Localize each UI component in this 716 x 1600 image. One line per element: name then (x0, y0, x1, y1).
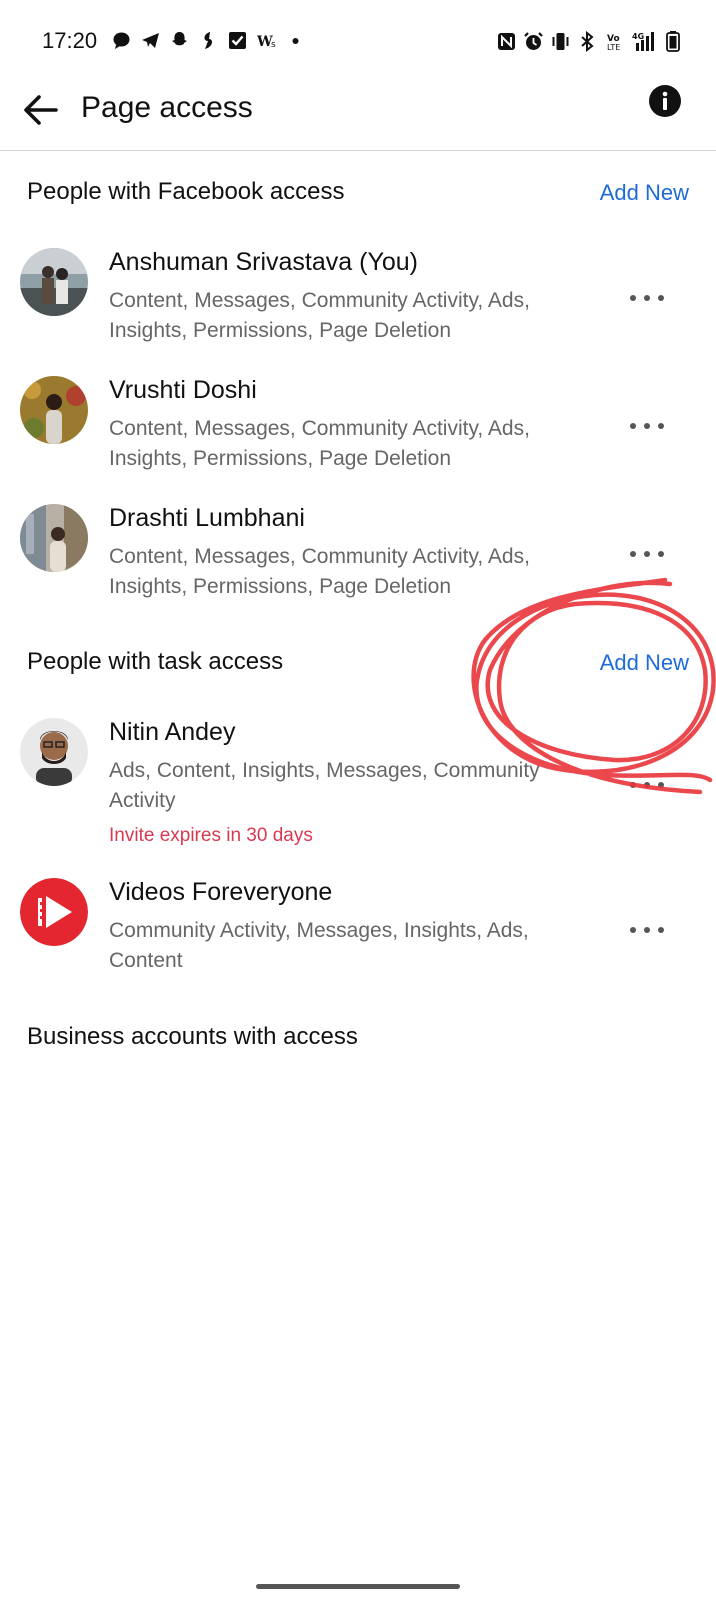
4g-signal-icon: 4G (632, 31, 658, 52)
nfc-icon (497, 31, 516, 52)
avatar (20, 376, 88, 444)
home-indicator[interactable] (256, 1584, 460, 1589)
svg-text:s: s (271, 40, 276, 50)
task-access-header: People with task access Add New (27, 644, 689, 684)
person-permissions: Community Activity, Messages, Insights, … (109, 919, 529, 972)
person-name: Videos Foreveryone (109, 878, 333, 906)
alt-icon (199, 31, 218, 50)
bluetooth-icon (578, 30, 597, 53)
person-name: Drashti Lumbhani (109, 504, 305, 532)
snapchat-icon (170, 31, 189, 50)
status-bar: 17:20 Ws Vo LTE 4G (0, 0, 716, 84)
avatar (20, 878, 88, 946)
business-access-header: Business accounts with access (27, 1019, 689, 1059)
section-title: People with task access (27, 648, 284, 675)
section-title: Business accounts with access (27, 1023, 358, 1050)
battery-icon (666, 31, 680, 52)
avatar (20, 718, 88, 786)
more-options-icon[interactable] (630, 546, 664, 562)
person-name: Anshuman Srivastava (You) (109, 248, 418, 276)
person-permissions: Content, Messages, Community Activity, A… (109, 289, 530, 342)
person-permissions: Content, Messages, Community Activity, A… (109, 545, 530, 598)
volte-icon: Vo LTE (605, 31, 624, 52)
person-permissions: Ads, Content, Insights, Messages, Commun… (109, 759, 540, 812)
vibrate-icon (551, 31, 570, 52)
notification-icons: Ws (112, 31, 305, 50)
add-new-facebook-access-button[interactable]: Add New (600, 180, 689, 206)
person-name: Vrushti Doshi (109, 376, 257, 404)
checkbox-icon (228, 31, 247, 50)
svg-text:LTE: LTE (607, 43, 620, 52)
more-options-icon[interactable] (630, 777, 664, 793)
invite-expiry-status: Invite expires in 30 days (109, 825, 313, 846)
add-new-task-access-button[interactable]: Add New (600, 650, 689, 676)
dot-icon (286, 31, 305, 50)
page-title: Page access (81, 91, 253, 124)
svg-text:4G: 4G (632, 32, 644, 41)
person-name: Nitin Andey (109, 718, 236, 746)
info-icon[interactable] (648, 84, 682, 118)
avatar (20, 248, 88, 316)
app-bar: Page access (0, 84, 716, 151)
section-title: People with Facebook access (27, 178, 345, 205)
more-options-icon[interactable] (630, 922, 664, 938)
ws-icon: Ws (256, 31, 276, 50)
more-options-icon[interactable] (630, 290, 664, 306)
back-arrow-icon[interactable] (20, 88, 64, 132)
alarm-icon (524, 31, 543, 52)
status-time: 17:20 (42, 28, 98, 53)
telegram-icon (141, 31, 160, 50)
person-permissions: Content, Messages, Community Activity, A… (109, 417, 530, 470)
chat-bubble-icon (112, 31, 131, 50)
facebook-access-header: People with Facebook access Add New (27, 174, 689, 214)
system-icons: Vo LTE 4G (497, 30, 680, 53)
more-options-icon[interactable] (630, 418, 664, 434)
avatar (20, 504, 88, 572)
